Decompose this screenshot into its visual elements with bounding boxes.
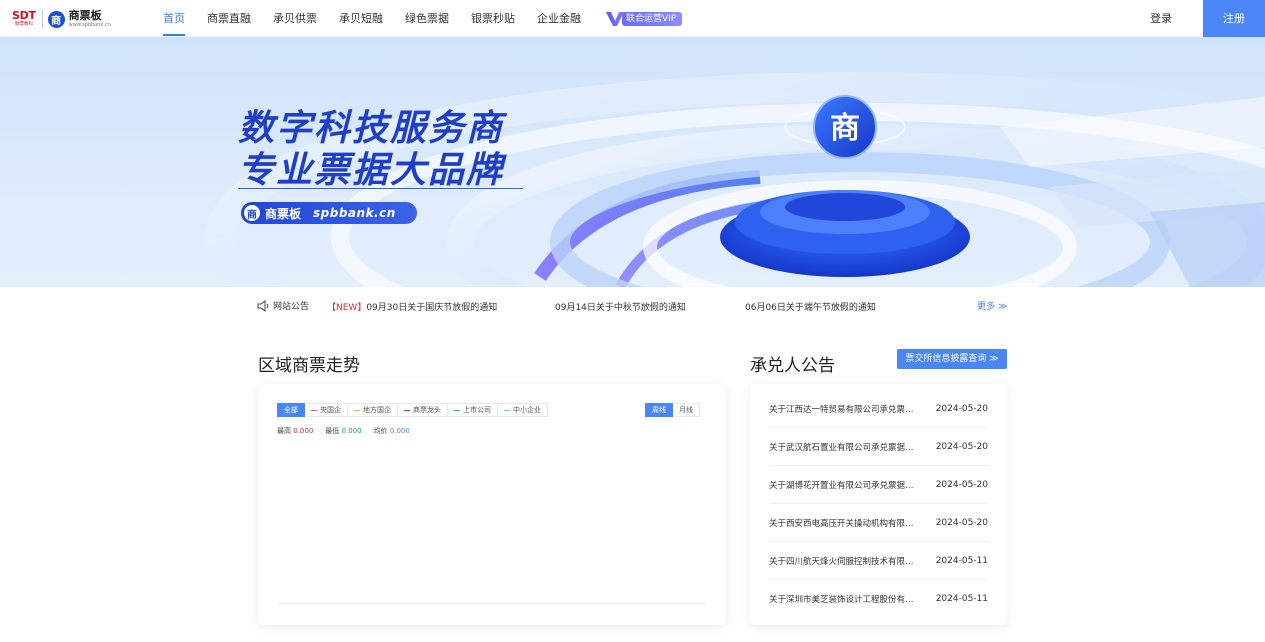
filter-listed[interactable]: 上市公司 bbox=[448, 403, 498, 417]
legend-dash-icon bbox=[504, 409, 510, 411]
logo-divider bbox=[41, 10, 43, 28]
list-item[interactable]: 关于深圳市美芝装饰设计工程股份有… 2024-05-11 bbox=[769, 580, 988, 618]
trend-stats: 最高 0.000 最低 0.000 均价 0.000 bbox=[277, 426, 410, 436]
stat-label: 均价 bbox=[373, 427, 388, 435]
list-item-date: 2024-05-20 bbox=[935, 479, 988, 490]
new-tag: 【NEW】 bbox=[327, 303, 367, 313]
filter-sme[interactable]: 中小企业 bbox=[498, 403, 548, 417]
legend-dash-icon bbox=[404, 409, 410, 411]
filter-label: 中小企业 bbox=[513, 406, 541, 414]
trend-section-title: 区域商票走势 bbox=[258, 356, 360, 376]
brand-text: 商票板 www.spbbank.cn bbox=[68, 9, 111, 29]
vip-label: 联合运营VIP bbox=[622, 11, 683, 26]
main-nav: 首页 商票直融 承贝供票 承贝短融 绿色票据 银票秒贴 企业金融 联合运营VIP bbox=[152, 0, 683, 37]
stat-value: 0.000 bbox=[389, 427, 410, 435]
list-item-date: 2024-05-11 bbox=[935, 555, 988, 566]
acceptor-list-card: 关于江西达一特贸易有限公司承兑票据… 2024-05-20 关于武汉航石置业有限… bbox=[750, 384, 1007, 625]
filter-label: 全部 bbox=[284, 406, 298, 414]
nav-short-finance[interactable]: 承贝短融 bbox=[328, 0, 394, 37]
list-item-title: 关于四川航天烽火伺服控制技术有限… bbox=[769, 556, 914, 567]
disclosure-query-button[interactable]: 票交所信息披露查询 ≫ bbox=[897, 349, 1007, 369]
filter-label: 地方国企 bbox=[363, 406, 391, 414]
list-item-date: 2024-05-11 bbox=[935, 594, 988, 604]
period-monthly[interactable]: 月线 bbox=[673, 403, 700, 417]
stat-label: 最高 bbox=[277, 427, 291, 435]
filter-all[interactable]: 全部 bbox=[277, 403, 305, 417]
list-item-date: 2024-05-20 bbox=[935, 517, 988, 528]
announcement-more-link[interactable]: 更多 ≫ bbox=[977, 299, 1007, 312]
announcement-item-text: 09月30日关于国庆节放假的通知 bbox=[366, 303, 498, 313]
banner-brand-name: 商票板 bbox=[265, 206, 302, 221]
nav-home[interactable]: 首页 bbox=[152, 0, 196, 37]
acceptor-section-title: 承兑人公告 bbox=[750, 356, 835, 376]
stat-high: 最高 0.000 bbox=[277, 426, 313, 436]
period-weekly[interactable]: 周线 bbox=[645, 403, 673, 417]
filter-label: 商票龙头 bbox=[413, 406, 441, 414]
stat-value: 0.000 bbox=[293, 427, 314, 435]
banner-artwork: 商 bbox=[205, 72, 1265, 287]
brand-mark-icon: 商 bbox=[244, 205, 260, 221]
site-logo[interactable]: SDT 联票数科 商 商票板 www.spbbank.cn bbox=[12, 6, 111, 32]
announcement-bar: 网站公告 【NEW】09月30日关于国庆节放假的通知 09月14日关于中秋节放假… bbox=[0, 287, 1265, 325]
banner-underline bbox=[238, 188, 523, 189]
list-item-title: 关于西安西电高压开关操动机构有限… bbox=[769, 518, 914, 529]
nav-enterprise-finance[interactable]: 企业金融 bbox=[526, 0, 592, 37]
stat-avg: 均价 0.000 bbox=[374, 426, 410, 436]
list-item-title: 关于江西达一特贸易有限公司承兑票据… bbox=[769, 404, 919, 415]
list-item[interactable]: 关于江西达一特贸易有限公司承兑票据… 2024-05-20 bbox=[769, 390, 988, 428]
nav-commercial-direct[interactable]: 商票直融 bbox=[196, 0, 262, 37]
banner-emblem-glyph: 商 bbox=[830, 111, 860, 146]
speaker-icon bbox=[257, 300, 269, 312]
brand-name: 商票板 bbox=[68, 9, 102, 22]
stat-label: 最低 bbox=[325, 427, 340, 435]
list-item[interactable]: 关于西安西电高压开关操动机构有限… 2024-05-20 bbox=[769, 504, 988, 542]
sdt-text: SDT bbox=[12, 9, 36, 22]
register-button[interactable]: 注册 bbox=[1203, 0, 1265, 37]
category-filters: 全部 央国企 地方国企 商票龙头 上市公司 中小企业 bbox=[277, 403, 548, 417]
announcement-label: 网站公告 bbox=[273, 302, 310, 312]
sdt-logo: SDT 联票数科 bbox=[12, 10, 36, 28]
list-item-date: 2024-05-20 bbox=[935, 403, 988, 414]
period-toggle: 周线 月线 bbox=[645, 403, 700, 417]
legend-dash-icon bbox=[354, 409, 360, 411]
top-header: SDT 联票数科 商 商票板 www.spbbank.cn 首页 商票直融 承贝… bbox=[0, 0, 1265, 37]
login-link[interactable]: 登录 bbox=[1150, 0, 1172, 37]
list-item-title: 关于湖博花开置业有限公司承兑票据… bbox=[769, 480, 914, 491]
nav-green-bills[interactable]: 绿色票据 bbox=[394, 0, 460, 37]
nav-vip[interactable]: 联合运营VIP bbox=[592, 11, 683, 26]
list-item[interactable]: 关于四川航天烽火伺服控制技术有限… 2024-05-11 bbox=[769, 542, 988, 580]
announcement-item[interactable]: 09月14日关于中秋节放假的通知 bbox=[555, 300, 686, 313]
hero-banner[interactable]: 商 数字科技服务商 专业票据大品牌 商 商票板 spbbank.cn bbox=[0, 37, 1265, 287]
stat-low: 最低 0.000 bbox=[325, 426, 361, 436]
chart-baseline bbox=[277, 603, 707, 604]
nav-supply[interactable]: 承贝供票 bbox=[262, 0, 328, 37]
sdt-subtext: 联票数科 bbox=[14, 21, 33, 27]
nav-bank-discount[interactable]: 银票秒贴 bbox=[460, 0, 526, 37]
stat-value: 0.000 bbox=[341, 427, 362, 435]
banner-headline-2: 专业票据大品牌 bbox=[238, 150, 505, 191]
vip-v-icon bbox=[606, 11, 624, 26]
announcement-item[interactable]: 【NEW】09月30日关于国庆节放假的通知 bbox=[327, 300, 497, 313]
filter-local-soe[interactable]: 地方国企 bbox=[348, 403, 398, 417]
list-item-date: 2024-05-20 bbox=[935, 441, 988, 452]
legend-dash-icon bbox=[454, 409, 460, 411]
brand-url: www.spbbank.cn bbox=[68, 22, 111, 28]
filter-label: 央国企 bbox=[320, 406, 341, 414]
filter-label: 上市公司 bbox=[463, 406, 491, 414]
list-item-title: 关于深圳市美芝装饰设计工程股份有… bbox=[769, 595, 914, 605]
list-item[interactable]: 关于湖博花开置业有限公司承兑票据… 2024-05-20 bbox=[769, 466, 988, 504]
filter-central-soe[interactable]: 央国企 bbox=[305, 403, 348, 417]
trend-chart-card: 全部 央国企 地方国企 商票龙头 上市公司 中小企业 周线 月线 最高 0.00… bbox=[258, 384, 726, 625]
filter-leading[interactable]: 商票龙头 bbox=[398, 403, 448, 417]
list-item[interactable]: 关于武汉航石置业有限公司承兑票据… 2024-05-20 bbox=[769, 428, 988, 466]
brand-mark-icon: 商 bbox=[47, 10, 65, 28]
banner-brand-url: spbbank.cn bbox=[313, 206, 396, 220]
list-item-title: 关于武汉航石置业有限公司承兑票据… bbox=[769, 442, 914, 453]
legend-dash-icon bbox=[311, 409, 317, 411]
banner-brand-pill: 商 商票板 spbbank.cn bbox=[241, 202, 417, 224]
announcement-item[interactable]: 06月06日关于端午节放假的通知 bbox=[745, 300, 876, 313]
